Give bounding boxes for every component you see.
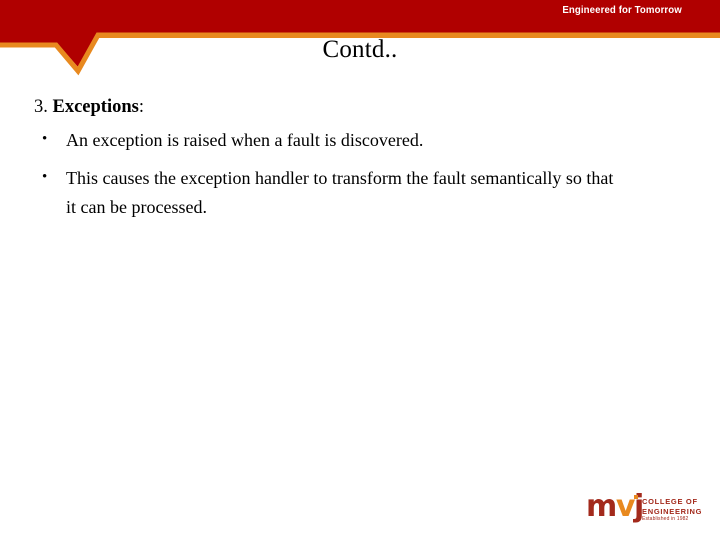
list-item-text: An exception is raised when a fault is d…: [66, 130, 424, 151]
logo-line-college: COLLEGE OF: [642, 497, 698, 506]
bullet-icon: •: [42, 168, 48, 185]
section-term: Exceptions: [52, 97, 139, 117]
tagline: Engineered for Tomorrow: [562, 4, 682, 16]
logo-line-engineering: ENGINEERING: [642, 506, 703, 516]
page-title: Contd..: [322, 36, 398, 63]
logo-letter-m: m: [586, 489, 617, 524]
logo-line-established: Established in 1982: [642, 516, 689, 523]
section-colon: :: [138, 97, 144, 117]
section-heading: 3. Exceptions:: [34, 96, 720, 119]
logo-letter-v: v: [615, 489, 636, 524]
bullet-list: • An exception is raised when a fault is…: [0, 126, 720, 223]
logo-text-block: COLLEGE OF ENGINEERING Established in 19…: [642, 497, 704, 524]
logo-dot-icon: [634, 495, 638, 499]
bullet-icon: •: [42, 131, 48, 148]
body-content: 3. Exceptions: • An exception is raised …: [0, 96, 720, 231]
list-item: • An exception is raised when a fault is…: [0, 126, 720, 156]
mvj-logo: mvj COLLEGE OF ENGINEERING Established i…: [586, 492, 704, 528]
list-item: • This causes the exception handler to t…: [0, 164, 720, 223]
list-item-text: This causes the exception handler to tra…: [66, 167, 614, 218]
section-number: 3.: [34, 97, 53, 117]
